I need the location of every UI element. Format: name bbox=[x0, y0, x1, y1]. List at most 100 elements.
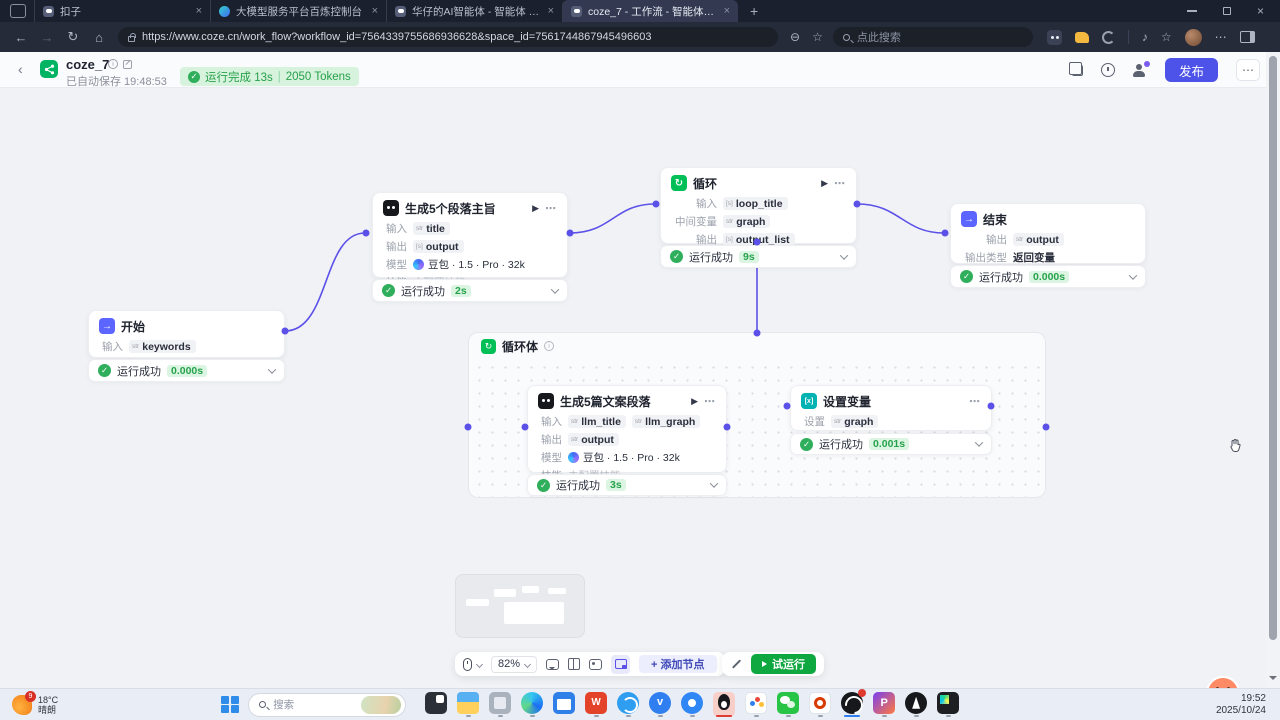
layout-grid-icon[interactable] bbox=[568, 658, 580, 670]
play-icon[interactable]: ▶ bbox=[532, 203, 539, 214]
node-more-icon[interactable]: ⋯ bbox=[704, 395, 716, 408]
port-outline-in[interactable] bbox=[363, 230, 370, 237]
tab-workflow-active[interactable]: coze_7 - 工作流 - 智能体平台 × bbox=[562, 0, 738, 22]
back-chevron-icon[interactable]: ‹ bbox=[18, 61, 23, 77]
zoom-out-icon[interactable]: ⊖ bbox=[790, 30, 800, 44]
music-extension-icon[interactable]: ♪ bbox=[1142, 30, 1148, 44]
profile-avatar[interactable] bbox=[1185, 29, 1202, 46]
file-explorer-icon[interactable] bbox=[457, 692, 479, 714]
sidebar-panel-icon[interactable] bbox=[1240, 31, 1255, 43]
url-bar[interactable]: https://www.coze.cn/work_flow?workflow_i… bbox=[118, 27, 778, 47]
tab-close-icon[interactable]: × bbox=[548, 5, 554, 17]
minimap-toggle-button[interactable] bbox=[611, 655, 630, 674]
scrollbar-thumb[interactable] bbox=[1269, 56, 1277, 640]
duplicate-icon[interactable] bbox=[1072, 65, 1083, 76]
new-tab-button[interactable]: + bbox=[750, 3, 758, 19]
petal-app-icon[interactable] bbox=[745, 692, 767, 714]
snapshot-icon[interactable] bbox=[589, 659, 602, 670]
tab-close-icon[interactable]: × bbox=[724, 5, 730, 17]
node-loop-status[interactable]: ✓ 运行成功 9s bbox=[660, 245, 857, 268]
start-button[interactable] bbox=[221, 696, 239, 714]
browser-search-box[interactable]: 点此搜索 bbox=[833, 27, 1033, 47]
forward-icon[interactable]: → bbox=[34, 30, 60, 45]
bookmark-star-icon[interactable]: ☆ bbox=[812, 30, 823, 44]
window-restore-button[interactable] bbox=[1223, 7, 1231, 15]
xunlei-icon[interactable]: v bbox=[649, 692, 671, 714]
port-loopbody-right[interactable] bbox=[1043, 424, 1050, 431]
port-setvar-in[interactable] bbox=[784, 403, 791, 410]
node-more-icon[interactable]: ⋯ bbox=[969, 395, 981, 408]
scroll-down-arrow-icon[interactable] bbox=[1269, 676, 1277, 684]
node-loop[interactable]: ↻ 循环 ▶ ⋯ 输入 [s]loop_title 中间变量 strgraph … bbox=[660, 167, 857, 244]
pp-assistant-icon[interactable]: P bbox=[873, 692, 895, 714]
port-paragraph-in[interactable] bbox=[522, 424, 529, 431]
port-loop-body-link[interactable] bbox=[754, 239, 761, 246]
collaboration-icon[interactable] bbox=[1133, 64, 1147, 77]
publish-button[interactable]: 发布 bbox=[1165, 58, 1218, 82]
node-set-variable[interactable]: [x] 设置变量 ⋯ 设置 strgraph bbox=[790, 385, 992, 431]
extension-c-icon[interactable] bbox=[1102, 31, 1115, 44]
home-icon[interactable]: ⌂ bbox=[86, 30, 112, 45]
port-loop-out[interactable] bbox=[854, 201, 861, 208]
port-start-out[interactable] bbox=[282, 328, 289, 335]
node-set-variable-status[interactable]: ✓ 运行成功 0.001s bbox=[790, 433, 992, 455]
node-start[interactable]: → 开始 输入 strkeywords bbox=[88, 310, 285, 358]
port-paragraph-out[interactable] bbox=[724, 424, 731, 431]
page-scrollbar[interactable] bbox=[1266, 52, 1280, 688]
chevron-down-icon[interactable] bbox=[975, 438, 983, 446]
chevron-down-icon[interactable] bbox=[1129, 271, 1137, 279]
minimap[interactable] bbox=[455, 574, 585, 638]
back-icon[interactable]: ← bbox=[8, 30, 34, 45]
search-highlight-image[interactable] bbox=[361, 696, 401, 714]
obs-icon[interactable] bbox=[841, 692, 863, 714]
port-loopbody-left[interactable] bbox=[465, 424, 472, 431]
tim-icon[interactable] bbox=[681, 692, 703, 714]
chevron-down-icon[interactable] bbox=[268, 365, 276, 373]
test-run-button[interactable]: 试运行 bbox=[751, 654, 816, 674]
run-result-badge[interactable]: ✓ 运行完成 13s | 2050 Tokens bbox=[180, 67, 359, 86]
chevron-down-icon[interactable] bbox=[710, 479, 718, 487]
weather-widget[interactable]: 9 18°C晴朗 bbox=[12, 695, 58, 715]
zoom-select[interactable]: 82% bbox=[491, 656, 537, 673]
microsoft-store-icon[interactable] bbox=[553, 692, 575, 714]
taskbar-search[interactable]: 搜索 bbox=[248, 693, 406, 717]
tab-close-icon[interactable]: × bbox=[196, 5, 202, 17]
node-start-status[interactable]: ✓ 运行成功 0.000s bbox=[88, 359, 285, 382]
chevron-down-icon[interactable] bbox=[551, 285, 559, 293]
play-icon[interactable]: ▶ bbox=[691, 396, 698, 407]
comment-icon[interactable] bbox=[546, 659, 559, 670]
browser-more-icon[interactable]: ⋯ bbox=[1215, 30, 1227, 44]
cursor-mode-icon[interactable] bbox=[463, 658, 472, 671]
url-text[interactable]: https://www.coze.cn/work_flow?workflow_i… bbox=[142, 31, 651, 43]
play-icon[interactable]: ▶ bbox=[821, 178, 828, 189]
header-more-button[interactable]: ⋯ bbox=[1236, 59, 1260, 81]
info-icon[interactable]: i bbox=[544, 341, 554, 351]
node-end[interactable]: → 结束 输出 stroutput 输出类型 返回变量 bbox=[950, 203, 1146, 264]
window-minimize-button[interactable] bbox=[1187, 10, 1197, 12]
tab-kouzi[interactable]: 扣子 × bbox=[34, 0, 210, 22]
edit-icon[interactable] bbox=[123, 60, 132, 69]
node-outline-status[interactable]: ✓ 运行成功 2s bbox=[372, 279, 568, 302]
port-end-in[interactable] bbox=[942, 230, 949, 237]
edge-browser-icon[interactable] bbox=[521, 692, 543, 714]
favorites-flag-icon[interactable]: ☆ bbox=[1161, 30, 1172, 44]
taskbar-clock[interactable]: 19:52 2025/10/24 bbox=[1216, 693, 1266, 717]
qq-icon[interactable] bbox=[713, 692, 735, 714]
port-loop-in[interactable] bbox=[653, 201, 660, 208]
pycharm-icon[interactable] bbox=[937, 692, 959, 714]
add-node-button[interactable]: + 添加节点 bbox=[639, 655, 716, 673]
cursor-mode-chevron-icon[interactable] bbox=[476, 660, 483, 667]
device-manager-icon[interactable] bbox=[489, 692, 511, 714]
node-paragraph-status[interactable]: ✓ 运行成功 3s bbox=[527, 474, 727, 496]
node-paragraph-llm[interactable]: 生成5篇文案段落 ▶ ⋯ 输入 strllm_title strllm_grap… bbox=[527, 385, 727, 473]
extension-grid-icon[interactable] bbox=[1047, 30, 1062, 45]
wechat-icon[interactable] bbox=[777, 692, 799, 714]
port-loopbody-top[interactable] bbox=[754, 330, 761, 337]
tab-search-icon[interactable] bbox=[10, 4, 26, 18]
wand-icon[interactable] bbox=[730, 658, 742, 670]
office-o-icon[interactable] bbox=[809, 692, 831, 714]
tab-agent[interactable]: 华仔的AI智能体 - 智能体 - 扣子 × bbox=[386, 0, 562, 22]
chevron-down-icon[interactable] bbox=[840, 251, 848, 259]
port-outline-out[interactable] bbox=[567, 230, 574, 237]
info-icon[interactable]: i bbox=[108, 59, 118, 69]
